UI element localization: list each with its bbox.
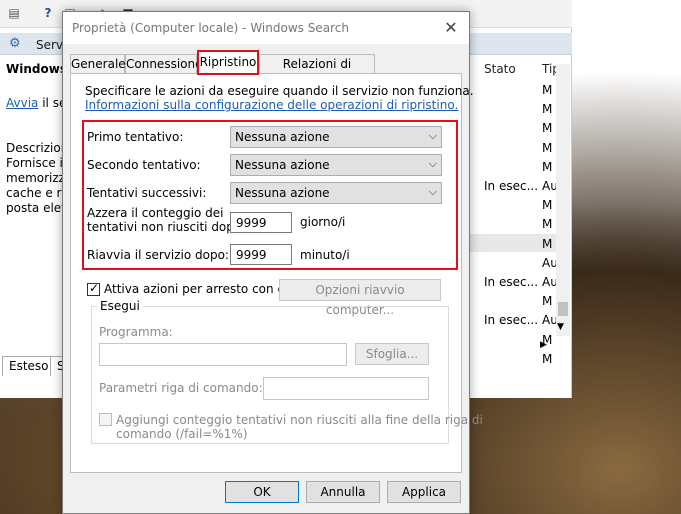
row-type: M [542, 102, 553, 117]
chevron-down-icon: ⌵ [428, 129, 437, 142]
row-type: M [542, 159, 553, 174]
row-status: In esec... [484, 179, 539, 193]
reset-count-value: 9999 [236, 216, 267, 230]
scrollbar-thumb[interactable] [558, 302, 568, 316]
tab-dependencies[interactable]: Relazioni di dipendenza [259, 54, 375, 89]
restart-service-input[interactable]: 9999 [230, 244, 292, 265]
restart-service-label: Riavvia il servizio dopo: [87, 248, 229, 262]
description-line: Fornisce in [6, 156, 71, 170]
enable-actions-checkbox[interactable] [87, 281, 100, 296]
second-failure-label: Secondo tentativo: [87, 158, 201, 172]
row-status: In esec... [484, 313, 539, 328]
subsequent-failures-label: Tentativi successivi: [87, 186, 207, 200]
row-type: M [542, 83, 553, 97]
row-type: M [542, 198, 553, 213]
recovery-info-link[interactable]: Informazioni sulla configurazione delle … [85, 98, 458, 112]
recovery-intro: Specificare le azioni da eseguire quando… [85, 84, 474, 98]
description-line: posta elett [6, 201, 71, 215]
append-fail-count-label-line1: Aggiungi conteggio tentativi non riuscit… [116, 413, 483, 427]
second-failure-value: Nessuna azione [235, 158, 330, 172]
tab-general[interactable]: Generale [70, 54, 126, 74]
close-icon[interactable]: ✕ [439, 16, 463, 40]
restart-service-unit: minuto/i [300, 248, 350, 262]
dialog-title: Proprietà (Computer locale) - Windows Se… [72, 21, 349, 35]
reset-count-unit: giorno/i [300, 215, 346, 229]
browse-button[interactable]: Sfoglia... [355, 343, 429, 365]
restart-options-button[interactable]: Opzioni riavvio computer... [279, 279, 441, 317]
help-icon[interactable]: ? [40, 5, 56, 21]
cancel-button[interactable]: Annulla [306, 481, 380, 503]
services-view-tabs: Esteso S [0, 356, 72, 376]
ok-button[interactable]: OK [225, 481, 299, 503]
reset-count-label-line1: Azzera il conteggio dei [87, 206, 224, 220]
restart-service-value: 9999 [236, 248, 267, 262]
params-input[interactable] [263, 377, 429, 400]
chevron-down-icon: ⌵ [428, 157, 437, 170]
tab-recovery[interactable]: Ripristino [197, 50, 259, 75]
row-type: M [542, 294, 553, 309]
program-label: Programma: [99, 325, 173, 339]
program-input[interactable] [99, 343, 347, 366]
row-type: M [542, 236, 553, 251]
first-failure-value: Nessuna azione [235, 130, 330, 144]
row-type: M [542, 351, 553, 366]
reset-count-input[interactable]: 9999 [230, 212, 292, 233]
services-scrollbar[interactable] [556, 64, 570, 336]
properties-dialog: Proprietà (Computer locale) - Windows Se… [62, 11, 483, 514]
tab-extended[interactable]: Esteso [2, 356, 56, 376]
tab-connection[interactable]: Connessione [125, 54, 202, 74]
row-type: M [542, 217, 553, 232]
scroll-down-icon[interactable]: ▼ [557, 322, 564, 332]
append-fail-count-checkbox[interactable] [99, 413, 112, 426]
scroll-right-icon[interactable]: ▶ [540, 340, 547, 350]
properties-icon[interactable]: ▤ [6, 5, 22, 21]
params-label: Parametri riga di comando: [99, 381, 263, 395]
subsequent-failures-value: Nessuna azione [235, 186, 330, 200]
first-failure-label: Primo tentativo: [87, 130, 184, 144]
column-header-status[interactable]: Stato [484, 62, 516, 76]
run-program-group-label: Esegui [97, 299, 143, 313]
reset-count-label-line2: tentativi non riusciti dopo: [87, 220, 246, 234]
first-failure-select[interactable]: Nessuna azione ⌵ [230, 126, 442, 148]
apply-button[interactable]: Applica [387, 481, 461, 503]
start-service-link[interactable]: Avvia [6, 96, 38, 110]
second-failure-select[interactable]: Nessuna azione ⌵ [230, 154, 442, 176]
row-status: In esec... [484, 275, 539, 289]
append-fail-count-label-line2: comando (/fail=%1%) [116, 427, 248, 441]
subsequent-failures-select[interactable]: Nessuna azione ⌵ [230, 182, 442, 204]
dialog-titlebar[interactable]: Proprietà (Computer locale) - Windows Se… [63, 12, 469, 44]
recovery-panel: Specificare le azioni da eseguire quando… [70, 73, 483, 473]
row-type: M [542, 140, 553, 155]
row-type: M [542, 121, 553, 136]
services-icon: ⚙ [9, 36, 21, 51]
chevron-down-icon: ⌵ [428, 185, 437, 198]
